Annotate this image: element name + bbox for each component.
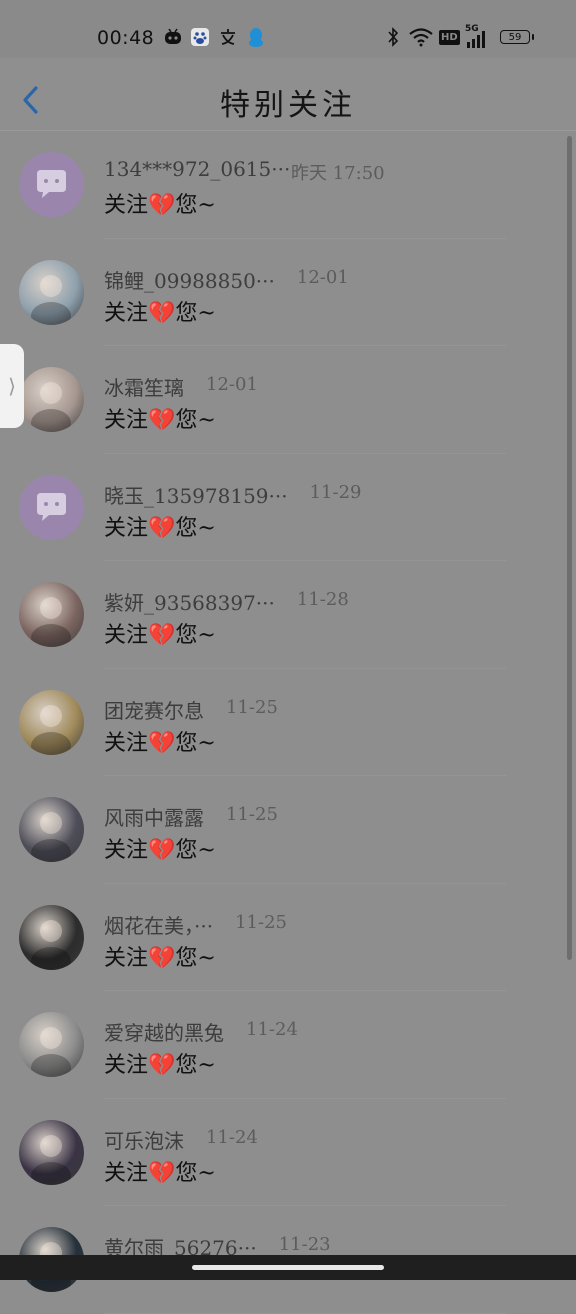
list-item[interactable]: 团宠赛尔息 11-25 关注💔您~ bbox=[0, 669, 576, 776]
text-app-icon bbox=[218, 26, 238, 48]
contact-name: 团宠赛尔息 bbox=[104, 698, 204, 723]
contact-name: 风雨中露露 bbox=[104, 806, 204, 830]
message-preview: 关注💔您~ bbox=[104, 1053, 216, 1078]
anime-girl-yellow-icon bbox=[31, 704, 71, 755]
list-item[interactable]: 风雨中露露 11-25 关注💔您~ bbox=[0, 776, 576, 884]
couple-photo-icon bbox=[31, 812, 71, 862]
message-preview: 关注💔您~ bbox=[104, 945, 216, 971]
contact-name: 134***972_0615··· bbox=[104, 157, 291, 181]
message-preview: 关注💔您~ bbox=[104, 515, 216, 541]
hd-icon: HD bbox=[439, 29, 460, 45]
signal-icon: 5G bbox=[465, 24, 493, 48]
hooded-figure-icon bbox=[31, 1134, 71, 1185]
timestamp: 12-01 bbox=[296, 266, 349, 288]
avatar[interactable] bbox=[19, 259, 84, 325]
timestamp: 11-25 bbox=[226, 804, 278, 825]
app-notification-icon bbox=[163, 26, 183, 48]
contact-name: 烟花在美，··· bbox=[104, 913, 214, 938]
dark-photo-icon bbox=[31, 919, 71, 970]
anime-girl-brown-icon bbox=[31, 597, 71, 647]
message-preview: 关注💔您~ bbox=[104, 730, 216, 756]
timestamp: 11-24 bbox=[206, 1126, 258, 1148]
home-indicator[interactable] bbox=[192, 1265, 384, 1270]
timestamp: 11-25 bbox=[226, 696, 278, 718]
avatar[interactable] bbox=[19, 797, 84, 862]
anime-girl-blue-icon bbox=[31, 274, 71, 325]
list-item[interactable]: 紫妍_93568397··· 11-28 关注💔您~ bbox=[0, 561, 576, 669]
baidu-icon bbox=[190, 26, 210, 48]
message-preview: 关注💔您~ bbox=[104, 1160, 216, 1186]
avatar[interactable] bbox=[19, 689, 84, 755]
avatar[interactable] bbox=[19, 1012, 84, 1077]
message-preview: 关注💔您~ bbox=[104, 838, 216, 863]
follow-list: 134***972_0615··· 昨天 17:50 关注💔您~ 锦鲤_0998885… bbox=[0, 131, 576, 1314]
chat-bubble-icon bbox=[37, 170, 66, 198]
contact-name: 晓玉_135978159··· bbox=[104, 483, 288, 508]
timestamp: 11-28 bbox=[296, 589, 349, 610]
contact-name: 可乐泡沫 bbox=[104, 1128, 184, 1153]
message-preview: 关注💔您~ bbox=[104, 408, 216, 433]
message-preview: 关注💔您~ bbox=[104, 300, 216, 326]
avatar[interactable] bbox=[19, 367, 84, 432]
avatar[interactable] bbox=[19, 152, 84, 217]
timestamp: 11-23 bbox=[278, 1234, 331, 1255]
avatar[interactable] bbox=[19, 904, 84, 970]
avatar[interactable] bbox=[19, 1119, 84, 1185]
message-preview: 关注💔您~ bbox=[104, 623, 216, 648]
contact-name: 锦鲤_09988850··· bbox=[104, 268, 275, 293]
list-item[interactable]: 锦鲤_09988850··· 12-01 关注💔您~ bbox=[0, 239, 576, 346]
heart-art-icon bbox=[31, 1027, 71, 1077]
timestamp: 11-29 bbox=[309, 481, 362, 503]
bluetooth-icon bbox=[386, 26, 400, 48]
contact-name: 紫妍_93568397··· bbox=[104, 591, 275, 615]
list-item[interactable]: 晓玉_135978159··· 11-29 关注💔您~ bbox=[0, 454, 576, 561]
wifi-icon bbox=[408, 26, 434, 48]
list-item[interactable]: 烟花在美，··· 11-25 关注💔您~ bbox=[0, 884, 576, 991]
list-item[interactable]: 冰霜笙璃 12-01 关注💔您~ bbox=[0, 346, 576, 454]
timestamp: 11-25 bbox=[235, 911, 287, 933]
avatar[interactable] bbox=[19, 474, 84, 540]
row-divider bbox=[104, 1312, 506, 1314]
contact-name: 爱穿越的黑兔 bbox=[104, 1021, 224, 1045]
timestamp: 12-01 bbox=[206, 374, 258, 395]
list-item[interactable]: 可乐泡沫 11-24 关注💔您~ bbox=[0, 1099, 576, 1206]
list-item[interactable]: 134***972_0615··· 昨天 17:50 关注💔您~ bbox=[0, 131, 576, 239]
status-bar: 00:48 HD 5G 59 bbox=[0, 0, 576, 58]
contact-name: 冰霜笙璃 bbox=[104, 376, 184, 400]
side-drawer-handle[interactable]: ⟩ bbox=[0, 344, 24, 428]
qq-icon bbox=[246, 26, 266, 48]
avatar[interactable] bbox=[19, 582, 84, 647]
battery-indicator: 59 bbox=[500, 30, 534, 44]
page-title: 特别关注 bbox=[220, 88, 356, 123]
timestamp: 昨天 17:50 bbox=[291, 163, 385, 184]
scrollbar[interactable] bbox=[567, 136, 572, 960]
chat-bubble-icon bbox=[37, 492, 66, 521]
list-item[interactable]: 爱穿越的黑兔 11-24 关注💔您~ bbox=[0, 991, 576, 1099]
anime-girl-pale-icon bbox=[31, 382, 71, 432]
status-time: 00:48 bbox=[97, 27, 155, 49]
message-preview: 关注💔您~ bbox=[104, 193, 216, 218]
timestamp: 11-24 bbox=[246, 1019, 298, 1040]
